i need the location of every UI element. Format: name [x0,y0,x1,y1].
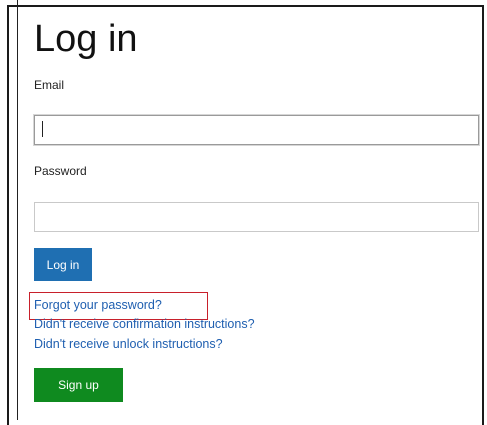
frame-divider [17,0,18,420]
signup-button[interactable]: Sign up [34,368,123,402]
confirmation-instructions-link[interactable]: Didn't receive confirmation instructions… [34,317,255,331]
page-title: Log in [34,18,138,60]
highlight-box [29,292,208,320]
text-cursor [42,121,43,137]
password-field[interactable] [34,202,479,232]
email-label: Email [34,78,65,92]
email-field[interactable] [34,115,479,145]
login-button[interactable]: Log in [34,248,92,281]
unlock-instructions-link[interactable]: Didn't receive unlock instructions? [34,337,223,351]
password-label: Password [34,164,87,178]
